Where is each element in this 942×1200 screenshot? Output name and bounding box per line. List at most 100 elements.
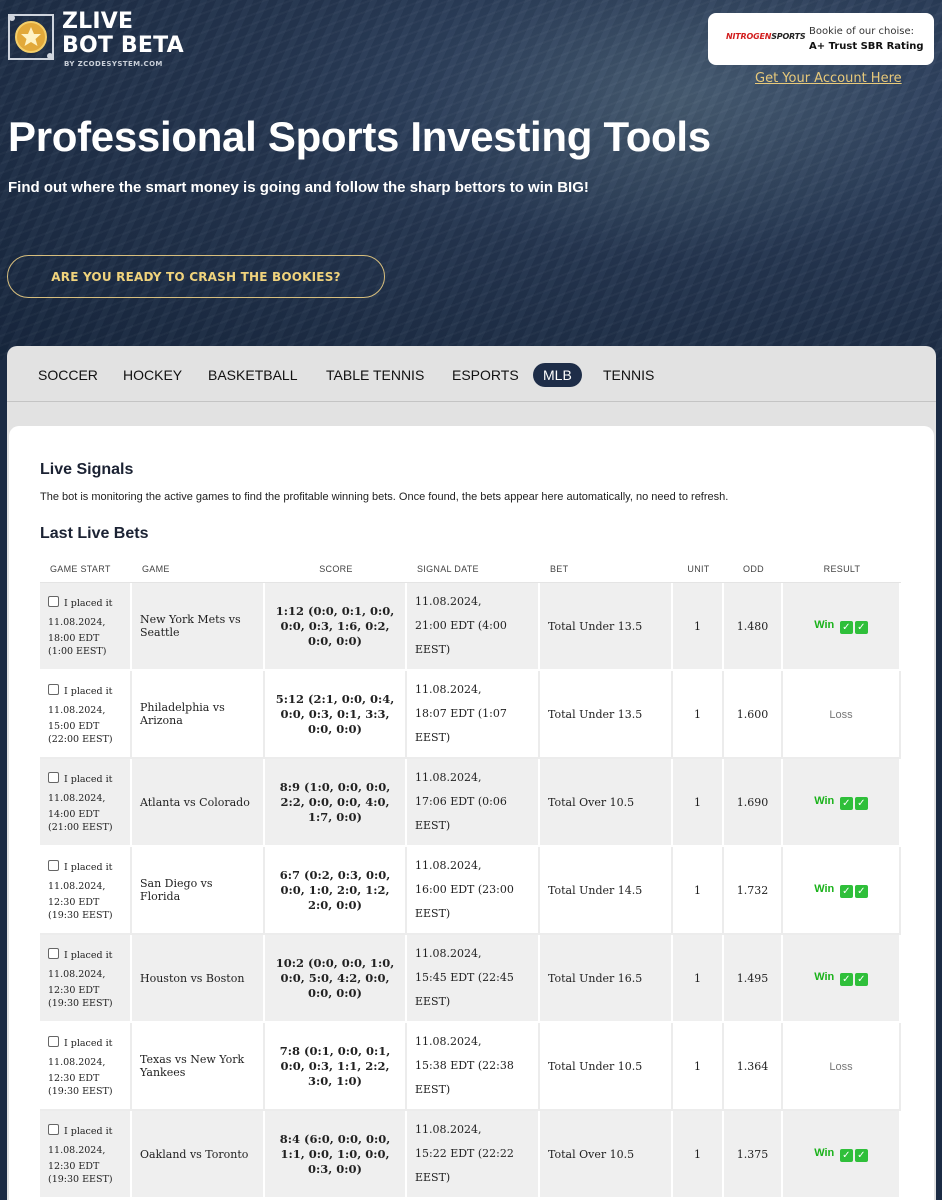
game-time: 12:30 EDT (19:30 EEST) — [48, 985, 113, 1009]
odd-cell: 1.480 — [724, 583, 783, 671]
game-time: 15:00 EDT (22:00 EEST) — [48, 721, 113, 745]
header-score: SCORE — [265, 556, 407, 583]
odd-cell: 1.375 — [724, 1111, 783, 1199]
game-cell: Texas vs New York Yankees — [132, 1023, 265, 1111]
tab-tennis[interactable]: TENNIS — [603, 363, 654, 387]
check-icon: ✓ — [839, 885, 853, 898]
bookie-brand-b: SPORTS — [771, 32, 806, 41]
signal-date: 11.08.2024, — [415, 1035, 482, 1048]
check-icon: ✓ — [854, 621, 868, 634]
result-cell: Loss — [783, 1023, 901, 1111]
game-date: 11.08.2024, — [48, 1057, 106, 1068]
table-header-row: GAME START GAME SCORE SIGNAL DATE BET UN… — [40, 556, 901, 583]
checkbox-icon[interactable] — [48, 948, 59, 959]
header-game-start: GAME START — [40, 556, 132, 583]
result-win: Win — [814, 1147, 835, 1159]
signal-date: 11.08.2024, — [415, 859, 482, 872]
logo-badge-icon — [8, 14, 54, 60]
placed-it-checkbox[interactable]: I placed it — [48, 1034, 122, 1053]
checkbox-icon[interactable] — [48, 1036, 59, 1047]
table-row: I placed it 11.08.2024, 12:30 EDT (19:30… — [40, 847, 901, 935]
score-cell: 6:7 (0:2, 0:3, 0:0, 0:0, 1:0, 2:0, 1:2, … — [265, 847, 407, 935]
placed-it-label: I placed it — [64, 774, 113, 785]
unit-cell: 1 — [673, 1111, 724, 1199]
placed-it-label: I placed it — [64, 862, 113, 873]
signal-date-cell: 11.08.2024, 15:45 EDT (22:45 EEST) — [407, 935, 540, 1023]
odd-cell: 1.690 — [724, 759, 783, 847]
tab-basketball[interactable]: BASKETBALL — [208, 363, 298, 387]
page-subtitle: Find out where the smart money is going … — [8, 179, 589, 196]
table-row: I placed it 11.08.2024, 14:00 EDT (21:00… — [40, 759, 901, 847]
game-date: 11.08.2024, — [48, 881, 106, 892]
game-time: 14:00 EDT (21:00 EEST) — [48, 809, 113, 833]
header-signal-date: SIGNAL DATE — [407, 556, 540, 583]
signal-date-cell: 11.08.2024, 18:07 EDT (1:07 EEST) — [407, 671, 540, 759]
live-signals-heading: Live Signals — [40, 461, 134, 478]
bet-cell: Total Over 10.5 — [540, 1111, 673, 1199]
tab-mlb[interactable]: MLB — [533, 363, 582, 387]
site-logo[interactable]: ZLIVE BOT BETA BY ZCODESYSTEM.COM — [6, 10, 186, 72]
odd-cell: 1.600 — [724, 671, 783, 759]
tab-table-tennis[interactable]: TABLE TENNIS — [326, 363, 424, 387]
bookie-label: Bookie of our choise: — [809, 26, 915, 37]
game-start-cell: I placed it 11.08.2024, 12:30 EDT (19:30… — [40, 1111, 132, 1199]
game-date: 11.08.2024, — [48, 617, 106, 628]
signal-date-cell: 11.08.2024, 21:00 EDT (4:00 EEST) — [407, 583, 540, 671]
get-account-link[interactable]: Get Your Account Here — [755, 71, 902, 86]
result-cell: Win ✓ ✓ — [783, 1111, 901, 1199]
bet-cell: Total Under 10.5 — [540, 1023, 673, 1111]
check-icon: ✓ — [839, 1149, 853, 1162]
signal-date: 11.08.2024, — [415, 771, 482, 784]
score-cell: 8:9 (1:0, 0:0, 0:0, 2:2, 0:0, 0:0, 4:0, … — [265, 759, 407, 847]
signal-date-cell: 11.08.2024, 15:38 EDT (22:38 EEST) — [407, 1023, 540, 1111]
live-signals-description: The bot is monitoring the active games t… — [40, 491, 729, 503]
bet-cell: Total Over 10.5 — [540, 759, 673, 847]
checkbox-icon[interactable] — [48, 860, 59, 871]
placed-it-checkbox[interactable]: I placed it — [48, 682, 122, 701]
game-cell: Philadelphia vs Arizona — [132, 671, 265, 759]
placed-it-label: I placed it — [64, 1038, 113, 1049]
game-start-cell: I placed it 11.08.2024, 18:00 EDT (1:00 … — [40, 583, 132, 671]
logo-subtitle: BY ZCODESYSTEM.COM — [64, 60, 163, 68]
bet-cell: Total Under 13.5 — [540, 583, 673, 671]
signal-time: 17:06 EDT (0:06 EEST) — [415, 795, 507, 832]
signal-time: 15:45 EDT (22:45 EEST) — [415, 971, 514, 1008]
unit-cell: 1 — [673, 935, 724, 1023]
game-cell: San Diego vs Florida — [132, 847, 265, 935]
tab-esports[interactable]: ESPORTS — [452, 363, 519, 387]
signal-date-cell: 11.08.2024, 17:06 EDT (0:06 EEST) — [407, 759, 540, 847]
signal-time: 15:22 EDT (22:22 EEST) — [415, 1147, 514, 1184]
placed-it-checkbox[interactable]: I placed it — [48, 1122, 122, 1141]
game-start-cell: I placed it 11.08.2024, 14:00 EDT (21:00… — [40, 759, 132, 847]
signal-date: 11.08.2024, — [415, 947, 482, 960]
odd-cell: 1.732 — [724, 847, 783, 935]
header-game: GAME — [132, 556, 265, 583]
tab-soccer[interactable]: SOCCER — [38, 363, 98, 387]
header-bet: BET — [540, 556, 673, 583]
placed-it-checkbox[interactable]: I placed it — [48, 946, 122, 965]
table-row: I placed it 11.08.2024, 12:30 EDT (19:30… — [40, 1023, 901, 1111]
result-win: Win — [814, 883, 835, 895]
result-cell: Win ✓ ✓ — [783, 847, 901, 935]
cta-button[interactable]: ARE YOU READY TO CRASH THE BOOKIES? — [7, 255, 385, 298]
logo-line2: BOT BETA — [62, 33, 184, 58]
table-row: I placed it 11.08.2024, 15:00 EDT (22:00… — [40, 671, 901, 759]
game-date: 11.08.2024, — [48, 1145, 106, 1156]
placed-it-checkbox[interactable]: I placed it — [48, 594, 122, 613]
placed-it-checkbox[interactable]: I placed it — [48, 770, 122, 789]
result-cell: Win ✓ ✓ — [783, 935, 901, 1023]
placed-it-checkbox[interactable]: I placed it — [48, 858, 122, 877]
signal-date: 11.08.2024, — [415, 683, 482, 696]
checkbox-icon[interactable] — [48, 772, 59, 783]
bookie-card[interactable]: NITROGENSPORTS Bookie of our choise: A+ … — [708, 13, 934, 65]
tab-hockey[interactable]: HOCKEY — [123, 363, 182, 387]
checkbox-icon[interactable] — [48, 596, 59, 607]
result-cell: Win ✓ ✓ — [783, 583, 901, 671]
checkbox-icon[interactable] — [48, 684, 59, 695]
nitrogen-sports-logo: NITROGENSPORTS — [726, 32, 806, 41]
game-date: 11.08.2024, — [48, 705, 106, 716]
placed-it-label: I placed it — [64, 686, 113, 697]
checkbox-icon[interactable] — [48, 1124, 59, 1135]
game-start-cell: I placed it 11.08.2024, 12:30 EDT (19:30… — [40, 935, 132, 1023]
game-time: 12:30 EDT (19:30 EEST) — [48, 1161, 113, 1185]
